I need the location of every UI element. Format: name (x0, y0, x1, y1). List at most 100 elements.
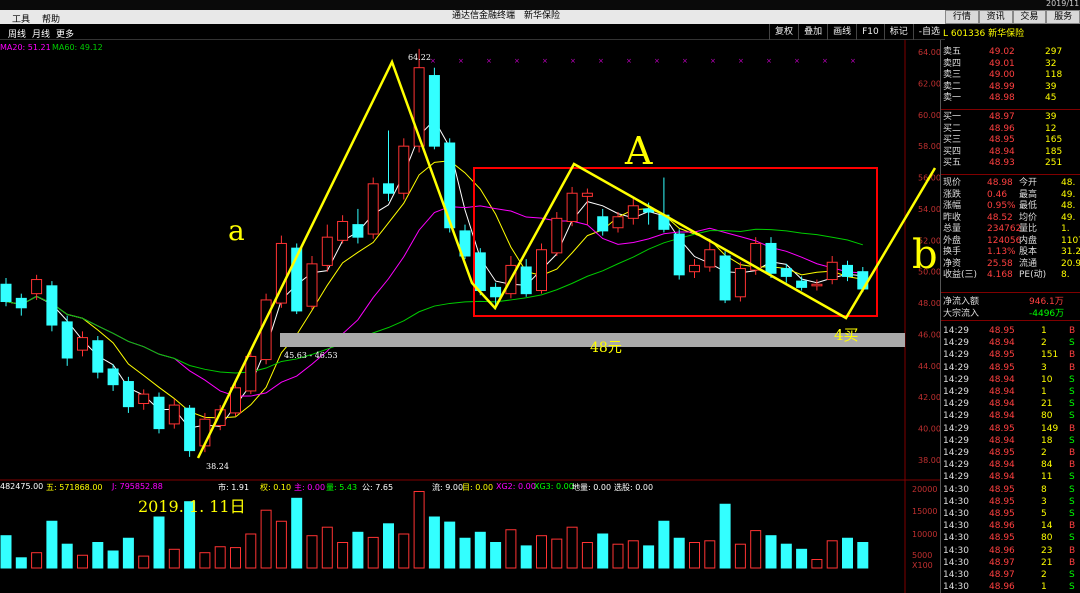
volume-bar (383, 523, 394, 569)
stat-row-cell: 涨幅 (943, 201, 962, 211)
tab-service[interactable]: 服务 (1046, 10, 1080, 24)
tick-row-cell: 80 (1041, 411, 1053, 422)
candle-body (122, 381, 134, 408)
volume-tick: X100 (912, 561, 933, 570)
tick-row-cell: 149 (1041, 423, 1059, 434)
volume-bar (704, 540, 716, 569)
ask-row: 卖一 48.98 45 (941, 93, 1080, 105)
stat-row-cell: 收益(三) (943, 270, 978, 280)
volume-bar (826, 540, 838, 569)
tb-weekly[interactable]: 周线 (8, 27, 26, 40)
ask-row-cell: 卖一 (943, 93, 962, 103)
bid-row: 买三 48.95 165 (941, 135, 1080, 147)
bid-row-cell: 买四 (943, 146, 962, 157)
candle-body (230, 387, 241, 414)
candle-body (398, 145, 410, 194)
tick-row-cell: 48.94 (989, 374, 1015, 385)
price-tick: 54.00 (918, 205, 941, 214)
high-label: 64.22 (408, 53, 431, 62)
stat-row-cell: 124056 (987, 235, 1022, 246)
tb-mark[interactable]: 标记 (883, 24, 913, 40)
ask-row-cell: 卖五 (943, 47, 962, 57)
bid-row: 买四 48.94 185 (941, 147, 1080, 159)
tick-row-cell: 14:29 (943, 362, 969, 373)
tick-row-cell: 48.94 (989, 435, 1015, 446)
stat-row-cell: 20.9 (1061, 258, 1080, 269)
wave-a-label: a (228, 214, 245, 247)
quote-header-cell: L 601336 新华保险 (943, 29, 1025, 39)
tick-row: 14:30 48.97 2 S (941, 570, 1080, 582)
tb-monthly[interactable]: 月线 (32, 27, 50, 40)
volume-tick: 15000 (912, 507, 937, 516)
volume-bar (765, 535, 777, 569)
bid-row: 买五 48.93 251 (941, 158, 1080, 170)
candle-body (826, 261, 838, 281)
tick-row-cell: 48.96 (989, 521, 1015, 532)
tb-f10[interactable]: F10 (856, 24, 884, 40)
volume-bar (352, 531, 364, 569)
kline-chart[interactable]: 64.0062.0060.0058.0056.0054.0052.0050.00… (0, 40, 945, 593)
tick-row-cell: 2 (1041, 570, 1047, 580)
stat-row: 外盘 124056内盘 1107 (941, 236, 1080, 248)
ask-row-cell: 48.98 (989, 93, 1015, 103)
signal-mark: × (458, 57, 464, 65)
candle-body (627, 205, 639, 219)
tb-overlay[interactable]: 叠加 (798, 24, 827, 40)
tick-row-cell: S (1069, 387, 1075, 397)
tb-more[interactable]: 更多 (56, 27, 74, 40)
ask-row-cell: 49.02 (989, 47, 1015, 57)
signal-mark: × (850, 57, 856, 65)
signal-mark: × (514, 57, 520, 65)
tick-row-cell: 48.97 (989, 570, 1015, 580)
tick-row-cell: S (1069, 338, 1075, 349)
stat-row-cell: 现价 (943, 178, 962, 188)
tab-quotes[interactable]: 行情 (945, 10, 979, 24)
volume-bar (199, 552, 211, 569)
candle-body (92, 340, 104, 373)
tick-row-cell: B (1069, 545, 1076, 556)
signal-mark: × (766, 57, 772, 65)
tb-draw[interactable]: 画线 (827, 24, 856, 40)
price-tick: 46.00 (918, 330, 941, 339)
tick-row: 14:30 48.96 23 B (941, 546, 1080, 558)
bid-row: 买二 48.96 12 (941, 124, 1080, 136)
tick-row-cell: 48.94 (989, 387, 1015, 397)
quote-divider (941, 109, 1080, 110)
volume-bar (321, 526, 333, 569)
tab-news[interactable]: 资讯 (978, 10, 1013, 24)
tick-row-cell: 14 (1041, 521, 1053, 532)
bid-row-cell: 买三 (943, 135, 962, 145)
stat-row: 收益(三) 4.168 PE(动) 8. (941, 270, 1080, 282)
stat-row-cell: 总量 (943, 224, 962, 234)
price-tick: 40.00 (918, 425, 941, 434)
ask-row-cell: 118 (1045, 70, 1063, 80)
tick-row: 14:29 48.94 1 S (941, 387, 1080, 399)
candle-body (673, 233, 685, 276)
volume-bar (643, 545, 655, 569)
tick-row: 14:29 48.94 80 S (941, 411, 1080, 423)
tick-row-cell: 18 (1041, 435, 1053, 446)
candle-body (796, 280, 808, 288)
candle-body (337, 220, 349, 241)
tick-row-cell: 14:29 (943, 423, 969, 434)
stat-row: 涨幅 0.95% 最低 48. (941, 201, 1080, 213)
volume-bar (15, 557, 27, 569)
candle-body (536, 249, 547, 292)
volume-bar (719, 503, 731, 569)
stat-row-cell: 48.52 (987, 212, 1013, 223)
tb-adjust[interactable]: 复权 (769, 24, 798, 40)
tick-row: 14:30 48.95 5 S (941, 509, 1080, 521)
tick-row-cell: S (1069, 484, 1075, 495)
price-tick: 60.00 (918, 111, 941, 120)
volume-bar (505, 529, 517, 569)
candle-body (184, 407, 196, 452)
tick-row-cell: 48.96 (989, 582, 1015, 593)
tick-row-cell: 21 (1041, 399, 1053, 410)
tick-row-cell: 23 (1041, 545, 1053, 556)
stat-row-cell: 25.58 (987, 258, 1013, 269)
tick-row-cell: S (1069, 435, 1075, 446)
tab-trade[interactable]: 交易 (1012, 10, 1047, 24)
signal-mark: × (570, 57, 576, 65)
tick-row: 14:29 48.94 84 B (941, 460, 1080, 472)
tick-row-cell: B (1069, 326, 1076, 336)
